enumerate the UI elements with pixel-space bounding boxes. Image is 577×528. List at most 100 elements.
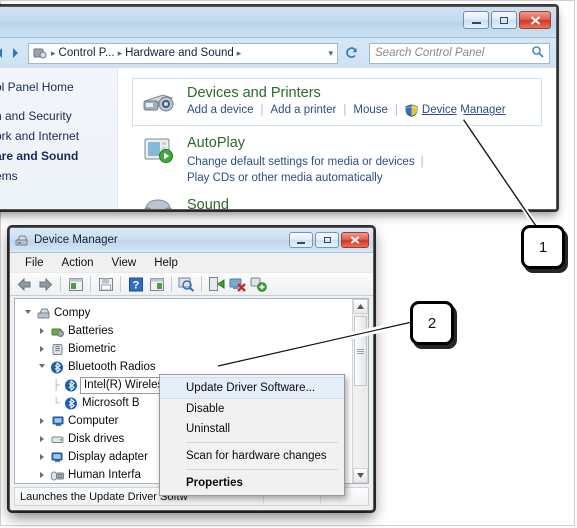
dm-minimize-button[interactable] — [289, 232, 313, 248]
minimize-button[interactable] — [463, 11, 489, 29]
tree-label: Disk drives — [68, 433, 125, 445]
category-sub-autoplay: Change default settings for media or dev… — [187, 154, 533, 187]
computer-node-icon — [48, 415, 66, 428]
update-driver-icon[interactable] — [207, 275, 226, 294]
breadcrumb-control-panel[interactable]: Control P... — [59, 47, 115, 59]
toolbar-separator — [201, 276, 202, 292]
properties-icon[interactable] — [66, 275, 85, 294]
context-menu-item-uninstall[interactable]: Uninstall — [160, 419, 344, 439]
expander-closed-icon[interactable] — [36, 436, 48, 442]
crumb-sep-1[interactable]: ▸ — [118, 48, 123, 59]
search-input[interactable]: Search Control Panel — [369, 42, 550, 64]
menu-help[interactable]: Help — [145, 255, 187, 271]
tree-label: Compy — [54, 307, 91, 319]
close-button[interactable] — [519, 11, 551, 29]
link-add-a-device[interactable]: Add a device — [187, 104, 254, 116]
link-sep-2: | — [343, 104, 347, 117]
context-menu-separator — [186, 469, 338, 470]
link-sep-1: | — [260, 104, 264, 117]
callout-number: 2 — [427, 314, 437, 332]
expander-open-icon[interactable] — [22, 309, 34, 317]
sidebar-item-programs[interactable]: ems — [0, 166, 117, 186]
hid-icon — [48, 469, 66, 482]
shield-icon — [405, 104, 418, 117]
biometric-icon — [48, 343, 66, 356]
screenshot-root: ▸ Control P... ▸ Hardware and Sound ▸ ▾ … — [0, 0, 577, 528]
link-device-manager[interactable]: Device Manager — [422, 104, 506, 116]
forward-arrow-icon[interactable] — [8, 46, 22, 60]
bluetooth-icon — [62, 379, 80, 392]
back-arrow-icon[interactable] — [15, 275, 34, 294]
context-menu-item-scan-for-hardware-changes[interactable]: Scan for hardware changes — [160, 446, 344, 466]
autoplay-icon — [144, 138, 173, 163]
add-hardware-icon[interactable] — [249, 275, 268, 294]
battery-icon — [48, 325, 66, 338]
scroll-up-button[interactable] — [353, 299, 368, 314]
address-dropdown-icon[interactable]: ▾ — [328, 48, 333, 59]
link-change-default-settings[interactable]: Change default settings for media or dev… — [187, 156, 415, 168]
sidebar-item-system-and-security[interactable]: n and Security — [0, 106, 117, 126]
category-title-sound[interactable]: Sound — [187, 197, 533, 209]
sidebar-item-home[interactable]: ol Panel Home — [0, 78, 117, 94]
tree-item-batteries[interactable]: Batteries — [20, 322, 368, 340]
scan-hardware-icon[interactable] — [177, 275, 196, 294]
menu-action[interactable]: Action — [53, 255, 103, 271]
crumb-sep-2[interactable]: ▸ — [237, 48, 242, 59]
context-menu-item-update-driver-software[interactable]: Update Driver Software... — [160, 377, 344, 399]
expander-closed-icon[interactable] — [36, 454, 48, 460]
scroll-down-button[interactable] — [353, 468, 368, 483]
forward-arrow-icon[interactable] — [36, 275, 55, 294]
category-title-devices-and-printers[interactable]: Devices and Printers — [187, 85, 533, 102]
expander-closed-icon[interactable] — [36, 472, 48, 478]
toolbar-separator — [171, 276, 172, 292]
search-icon[interactable] — [531, 45, 544, 61]
tree-label: Biometric — [68, 343, 116, 355]
context-menu: Update Driver Software... Disable Uninst… — [159, 374, 345, 496]
menu-file[interactable]: File — [16, 255, 53, 271]
toolbar-separator — [120, 276, 121, 292]
uninstall-icon[interactable] — [228, 275, 247, 294]
maximize-button[interactable] — [491, 11, 517, 29]
disk-icon — [48, 433, 66, 446]
control-panel-titlebar — [0, 7, 556, 38]
refresh-icon[interactable] — [342, 43, 362, 64]
sidebar-item-network-and-internet[interactable]: ork and Internet — [0, 126, 117, 146]
expander-open-icon[interactable] — [36, 363, 48, 371]
scrollbar-thumb[interactable] — [354, 316, 367, 386]
save-icon[interactable] — [96, 275, 115, 294]
toolbar-separator — [90, 276, 91, 292]
dm-close-button[interactable] — [341, 232, 369, 248]
tree-item-compy[interactable]: Compy — [20, 304, 368, 322]
category-sound: Sound — [132, 194, 542, 209]
tree-scrollbar[interactable] — [352, 299, 368, 483]
device-manager-menubar: File Action View Help — [10, 254, 373, 273]
link-mouse[interactable]: Mouse — [353, 104, 388, 116]
expander-closed-icon[interactable] — [36, 346, 48, 352]
device-manager-title: Device Manager — [34, 234, 118, 246]
tree-connector: └ — [52, 397, 60, 409]
menu-view[interactable]: View — [103, 255, 146, 271]
display-icon — [48, 451, 66, 464]
back-arrow-icon[interactable] — [0, 46, 7, 60]
sidebar-item-hardware-and-sound[interactable]: are and Sound — [0, 146, 117, 166]
printer-icon — [143, 94, 174, 112]
control-panel-icon — [33, 48, 47, 59]
link-play-cds[interactable]: Play CDs or other media automatically — [187, 172, 383, 184]
tree-item-biometric[interactable]: Biometric — [20, 340, 368, 358]
expander-closed-icon[interactable] — [36, 418, 48, 424]
control-panel-window-buttons — [463, 11, 551, 29]
link-add-a-printer[interactable]: Add a printer — [271, 104, 337, 116]
context-menu-item-properties[interactable]: Properties — [160, 473, 344, 493]
category-title-autoplay[interactable]: AutoPlay — [187, 135, 533, 152]
address-bar[interactable]: ▸ Control P... ▸ Hardware and Sound ▸ ▾ — [28, 42, 338, 64]
context-menu-item-disable[interactable]: Disable — [160, 399, 344, 419]
show-hidden-icon[interactable] — [147, 275, 166, 294]
control-panel-window: ▸ Control P... ▸ Hardware and Sound ▸ ▾ … — [0, 6, 557, 210]
tree-label: Computer — [68, 415, 119, 427]
device-manager-icon — [15, 235, 28, 246]
breadcrumb-hardware-and-sound[interactable]: Hardware and Sound — [125, 47, 234, 59]
expander-closed-icon[interactable] — [36, 328, 48, 334]
dm-maximize-button[interactable] — [315, 232, 339, 248]
help-icon[interactable]: ? — [126, 275, 145, 294]
crumb-sep-0: ▸ — [51, 47, 56, 58]
